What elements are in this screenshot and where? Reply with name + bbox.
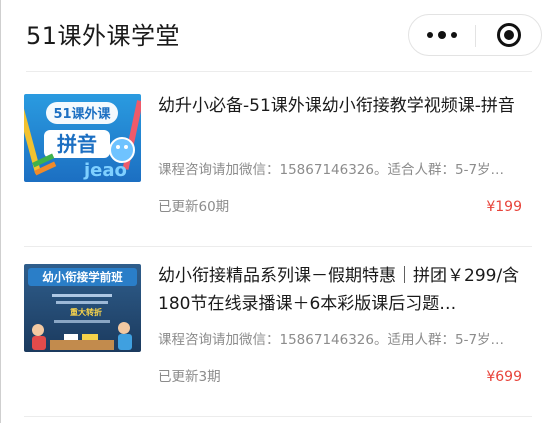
course-description: 课程咨询请加微信：15867146326。适用人群：5-7岁… bbox=[158, 332, 505, 348]
course-description: 课程咨询请加微信：15867146326。适合人群：5-7岁… bbox=[158, 162, 505, 178]
close-miniprogram-button[interactable] bbox=[476, 15, 542, 55]
header-divider bbox=[26, 71, 532, 72]
more-button[interactable] bbox=[409, 15, 475, 55]
course-title[interactable]: 幼小衔接精品系列课－假期特惠｜拼团￥299/含180节在线录播课＋6本彩版课后习… bbox=[158, 262, 530, 318]
course-price: ¥699 bbox=[486, 369, 522, 385]
svg-text:51课外课: 51课外课 bbox=[53, 106, 111, 122]
more-dots-icon bbox=[427, 31, 457, 39]
course-cover-pinyin-icon: 51课外课 拼音 jeao bbox=[24, 94, 141, 182]
capsule-menu bbox=[408, 14, 542, 56]
course-price: ¥199 bbox=[486, 199, 522, 215]
course-cover-image: 幼小衔接学前班 重大转折 bbox=[24, 264, 141, 352]
course-cover-image: 51课外课 拼音 jeao bbox=[24, 94, 141, 182]
course-title[interactable]: 幼升小必备-51课外课幼小衔接教学视频课-拼音 bbox=[158, 92, 530, 120]
course-update-count: 已更新3期 bbox=[158, 369, 221, 385]
page: 51课外课学堂 51课外课 拼音 jeao 幼升小必备-51课外课幼小衔接教学视… bbox=[0, 0, 553, 423]
page-title: 51课外课学堂 bbox=[26, 22, 181, 50]
item-divider bbox=[24, 416, 532, 417]
svg-text:拼音: 拼音 bbox=[57, 132, 97, 156]
item-divider bbox=[24, 246, 532, 247]
course-cover-preschool-icon: 幼小衔接学前班 重大转折 bbox=[24, 264, 141, 352]
svg-text:重大转折: 重大转折 bbox=[70, 307, 102, 317]
svg-text:jeao: jeao bbox=[83, 160, 127, 181]
course-update-count: 已更新60期 bbox=[158, 199, 230, 215]
target-circle-icon bbox=[497, 23, 521, 47]
svg-text:幼小衔接学前班: 幼小衔接学前班 bbox=[42, 270, 123, 284]
header: 51课外课学堂 bbox=[1, 0, 553, 72]
course-item[interactable]: 51课外课 拼音 jeao 幼升小必备-51课外课幼小衔接教学视频课-拼音 课程… bbox=[1, 80, 553, 250]
course-item[interactable]: 幼小衔接学前班 重大转折 幼小衔接精品系列课－假期特惠｜拼团￥299/含180节… bbox=[1, 250, 553, 420]
